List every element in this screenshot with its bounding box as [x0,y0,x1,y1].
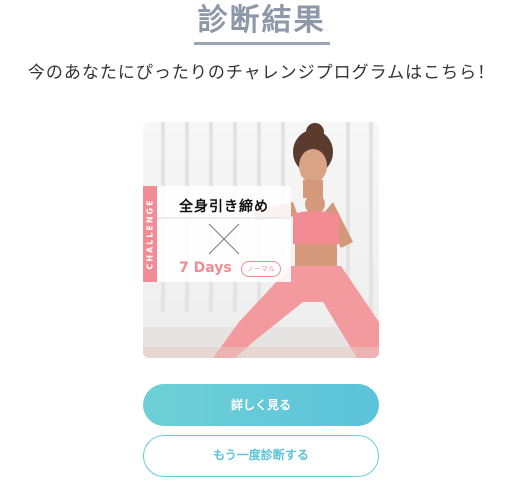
view-details-button[interactable]: 詳しく見る [143,384,379,426]
duration-label: 7 Days [179,260,232,276]
retry-diagnosis-button[interactable]: もう一度診断する [143,435,379,477]
page-title: 診断結果 [193,2,330,45]
challenge-program-card[interactable]: CHALLENGE 全身引き締め 7 Days ノーマル [143,122,379,358]
course-name: 全身引き締め [179,199,269,215]
result-title-wrap: 診断結果 [0,2,523,45]
challenge-label: CHALLENGE [145,198,155,270]
level-badge: ノーマル [241,261,281,277]
page-subtitle: 今のあなたにぴったりのチャレンジプログラムはこちら！ [27,63,496,83]
